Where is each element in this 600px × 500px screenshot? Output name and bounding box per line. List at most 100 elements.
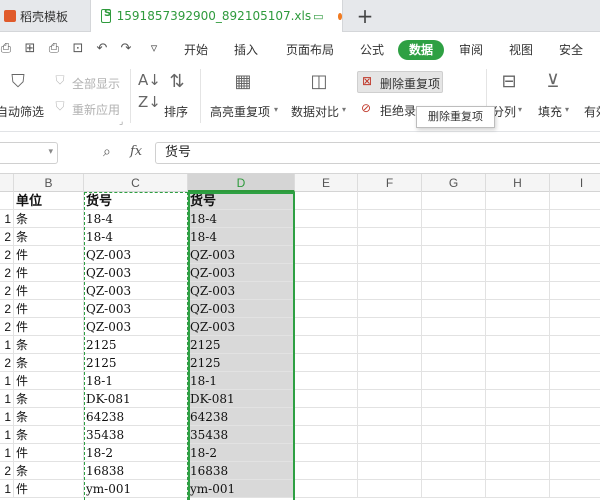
menu-page-layout[interactable]: 页面布局	[280, 40, 340, 60]
cell-d[interactable]: 16838	[188, 462, 295, 480]
cell-a[interactable]: 1	[0, 444, 14, 462]
cell-empty[interactable]	[550, 426, 600, 444]
cell-empty[interactable]	[422, 372, 486, 390]
cell-empty[interactable]	[422, 192, 486, 210]
print-icon[interactable]: ⎙	[46, 41, 62, 57]
cell-empty[interactable]	[295, 300, 358, 318]
cell-empty[interactable]	[295, 408, 358, 426]
cell-a[interactable]: 1	[0, 426, 14, 444]
cell-a[interactable]: 1	[0, 390, 14, 408]
cell-empty[interactable]	[550, 318, 600, 336]
delete-dup-button[interactable]: ⊠ 删除重复项	[357, 71, 443, 93]
print-preview-icon[interactable]: ⎙	[0, 41, 14, 57]
cell-b[interactable]: 件	[14, 318, 84, 336]
column-header-f[interactable]: F	[358, 174, 422, 192]
cell-empty[interactable]	[358, 300, 422, 318]
menu-data[interactable]: 数据	[398, 40, 444, 60]
cell-empty[interactable]	[422, 282, 486, 300]
customize-caret-icon[interactable]: ▿	[146, 41, 162, 57]
cell-empty[interactable]	[358, 354, 422, 372]
cell-empty[interactable]	[295, 246, 358, 264]
tab-active-file[interactable]: 1591857392900_892105107.xls ▭	[90, 0, 343, 32]
cell-b[interactable]: 条	[14, 390, 84, 408]
sort-button[interactable]: 排序	[164, 103, 188, 120]
split-button[interactable]: 分列	[492, 103, 516, 120]
cell-d[interactable]: ym-001	[188, 480, 295, 498]
cell-empty[interactable]	[358, 408, 422, 426]
cell-empty[interactable]	[486, 336, 550, 354]
cell-d[interactable]: 18-1	[188, 372, 295, 390]
cell-a[interactable]: 2	[0, 282, 14, 300]
cell-empty[interactable]	[295, 426, 358, 444]
cell-c[interactable]: 2125	[84, 354, 188, 372]
cell-empty[interactable]	[422, 444, 486, 462]
cell-empty[interactable]	[422, 426, 486, 444]
cell-empty[interactable]	[486, 300, 550, 318]
compare-caret-icon[interactable]: ▾	[342, 105, 346, 114]
cell-empty[interactable]	[422, 318, 486, 336]
cell-empty[interactable]	[295, 462, 358, 480]
cell-d[interactable]: DK-081	[188, 390, 295, 408]
menu-insert[interactable]: 插入	[228, 40, 264, 60]
cell-d[interactable]: QZ-003	[188, 300, 295, 318]
cell-empty[interactable]	[486, 228, 550, 246]
cell-c[interactable]: 64238	[84, 408, 188, 426]
compare-icon[interactable]: ◫	[304, 71, 334, 92]
cell-empty[interactable]	[550, 264, 600, 282]
cell-a[interactable]	[0, 192, 14, 210]
cell-empty[interactable]	[358, 372, 422, 390]
cell-b[interactable]: 件	[14, 264, 84, 282]
menu-review[interactable]: 审阅	[454, 40, 488, 60]
cell-empty[interactable]	[422, 246, 486, 264]
cell-empty[interactable]	[358, 264, 422, 282]
cell-b[interactable]: 件	[14, 246, 84, 264]
cell-a[interactable]: 2	[0, 264, 14, 282]
cell-empty[interactable]	[422, 300, 486, 318]
cell-empty[interactable]	[295, 192, 358, 210]
column-header-c[interactable]: C	[84, 174, 188, 192]
cell-empty[interactable]	[550, 210, 600, 228]
cell-d[interactable]: QZ-003	[188, 264, 295, 282]
cell-empty[interactable]	[358, 444, 422, 462]
menu-security[interactable]: 安全	[554, 40, 588, 60]
cell-a[interactable]: 1	[0, 372, 14, 390]
menu-formula[interactable]: 公式	[354, 40, 390, 60]
cell-empty[interactable]	[550, 480, 600, 498]
cell-b[interactable]: 条	[14, 210, 84, 228]
cell-c[interactable]: 货号	[84, 192, 188, 210]
cell-empty[interactable]	[422, 336, 486, 354]
cell-b[interactable]: 件	[14, 444, 84, 462]
filter-options-icon[interactable]: ⌟	[119, 117, 123, 127]
cell-empty[interactable]	[486, 480, 550, 498]
column-header-g[interactable]: G	[422, 174, 486, 192]
cell-empty[interactable]	[486, 372, 550, 390]
tab-docer-template[interactable]: 稻壳模板	[0, 0, 86, 32]
cell-b[interactable]: 条	[14, 462, 84, 480]
cell-empty[interactable]	[550, 444, 600, 462]
cell-empty[interactable]	[486, 318, 550, 336]
cell-c[interactable]: QZ-003	[84, 318, 188, 336]
cell-empty[interactable]	[295, 282, 358, 300]
cell-d[interactable]: 18-4	[188, 228, 295, 246]
cell-empty[interactable]	[358, 462, 422, 480]
validity-button[interactable]: 有效	[584, 103, 600, 120]
cell-c[interactable]: QZ-003	[84, 282, 188, 300]
column-header-d[interactable]: D	[188, 174, 295, 192]
column-header-a[interactable]	[0, 174, 14, 192]
cell-d[interactable]: 货号	[188, 192, 295, 210]
cell-empty[interactable]	[422, 264, 486, 282]
export-icon[interactable]: ⊡	[70, 41, 86, 57]
cell-empty[interactable]	[550, 246, 600, 264]
cell-empty[interactable]	[358, 426, 422, 444]
cell-empty[interactable]	[358, 336, 422, 354]
cell-a[interactable]: 2	[0, 462, 14, 480]
menu-home[interactable]: 开始	[178, 40, 214, 60]
cell-c[interactable]: 16838	[84, 462, 188, 480]
cell-b[interactable]: 件	[14, 480, 84, 498]
menu-view[interactable]: 视图	[504, 40, 538, 60]
cell-c[interactable]: 18-2	[84, 444, 188, 462]
cell-empty[interactable]	[358, 246, 422, 264]
cell-d[interactable]: 18-2	[188, 444, 295, 462]
compare-button[interactable]: 数据对比	[291, 103, 339, 120]
cell-d[interactable]: 2125	[188, 354, 295, 372]
